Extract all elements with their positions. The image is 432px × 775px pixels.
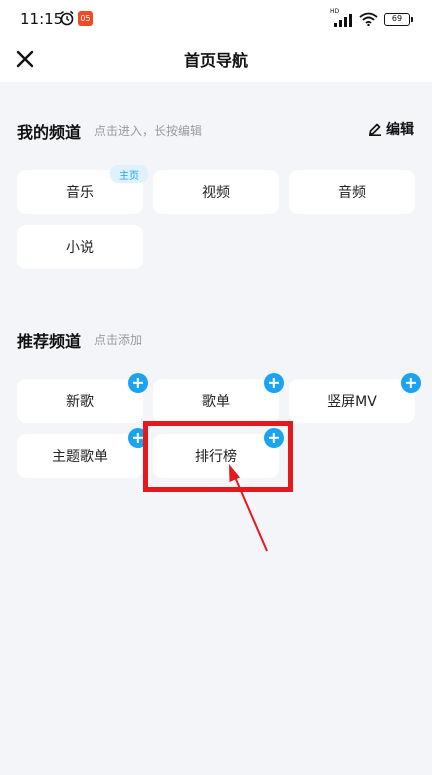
recommend-new-songs[interactable]: 新歌 — [17, 379, 143, 423]
recommend-vertical-mv[interactable]: 竖屏MV — [289, 379, 415, 423]
recommend-playlists[interactable]: 歌单 — [153, 379, 279, 423]
wifi-icon — [359, 12, 378, 26]
add-playlists-icon[interactable] — [264, 373, 284, 393]
alarm-icon — [60, 10, 74, 26]
battery-icon: 69 — [384, 12, 413, 26]
home-badge: 主页 — [110, 165, 148, 183]
add-vertical-mv-icon[interactable] — [401, 373, 421, 393]
channel-video[interactable]: 视频 — [153, 170, 279, 214]
my-channels-title: 我的频道 — [17, 123, 82, 142]
add-new-songs-icon[interactable] — [128, 373, 148, 393]
page-title: 首页导航 — [183, 51, 248, 70]
channel-audio[interactable]: 音频 — [289, 170, 415, 214]
highlight-box — [143, 421, 293, 492]
status-bar: 11:15 05 HD 69 — [0, 0, 432, 40]
edit-label: 编辑 — [386, 122, 414, 138]
recommended-channels-hint: 点击添加 — [94, 333, 143, 347]
hd-label: HD — [330, 8, 340, 15]
pencil-icon — [369, 123, 381, 136]
home-navigation-page: 11:15 05 HD 69 首页导航 我的频道 点击进入，长按编辑 编辑 音乐… — [0, 0, 432, 775]
edit-button[interactable]: 编辑 — [368, 119, 414, 139]
recommended-channels-title: 推荐频道 — [17, 332, 82, 351]
battery-level: 69 — [391, 13, 403, 23]
channel-novel[interactable]: 小说 — [17, 225, 143, 269]
header: 首页导航 — [0, 40, 432, 82]
my-channels-hint: 点击进入，长按编辑 — [94, 124, 203, 138]
status-indicators: HD 69 — [330, 8, 413, 27]
status-time: 11:15 — [20, 10, 64, 28]
recommend-theme-playlists[interactable]: 主题歌单 — [17, 434, 143, 478]
app-notification-icon: 05 — [78, 11, 93, 26]
signal-icon: HD — [330, 8, 353, 27]
